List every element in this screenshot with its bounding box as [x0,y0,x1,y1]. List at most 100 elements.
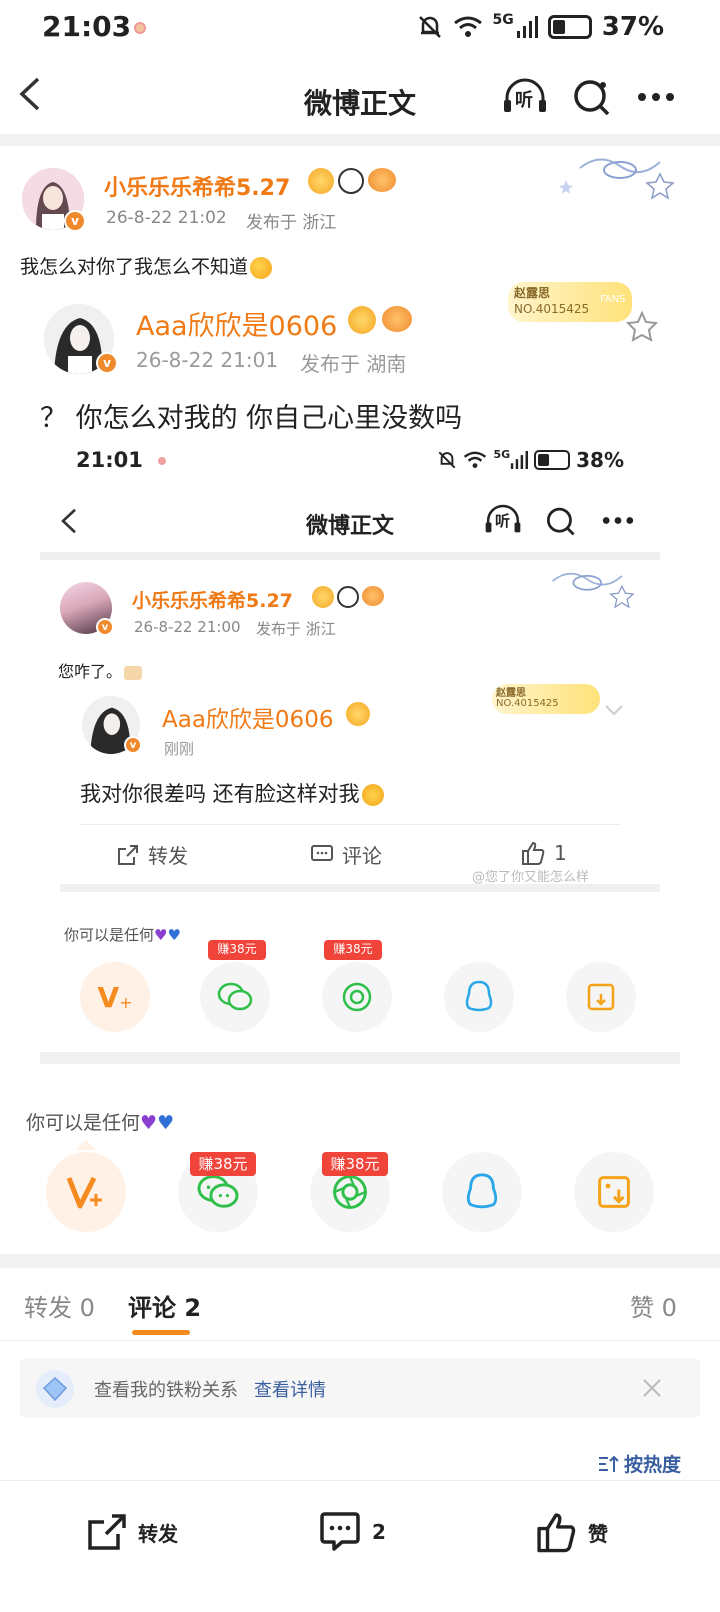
hand-emoji-icon [124,665,143,680]
comment-icon [320,1512,360,1551]
embedded-listen-label: 听 [495,512,511,530]
purple-heart-icon: ♥ [140,1112,158,1134]
more-button[interactable] [636,78,676,116]
sort-button[interactable]: 按热度 [598,1450,681,1477]
page-title: 微博正文 [303,87,416,120]
qq-icon [466,1173,498,1209]
embedded-author-badges [312,586,384,608]
embedded-repost-text: 我对你很差吗 还有脸这样对我 [80,778,384,808]
embedded-reward-tag: 赚38元 [208,940,266,960]
embedded-watermark: @您了你又能怎么样 [472,870,590,885]
embedded-post-text-content: 您咋了。 [58,662,123,681]
section-divider [0,1254,720,1268]
fish-icon [382,306,412,332]
fans-badge[interactable]: 赵露思 NO.4015425 FANS [508,282,632,322]
embedded-save-image-icon [566,962,636,1032]
fans-badge-number: NO.4015425 [514,302,590,316]
qq-share-button[interactable] [442,1152,522,1232]
bottom-comment-count: 2 [372,1520,386,1544]
embedded-comment-label: 评论 [342,844,382,868]
embedded-verified-badge-icon: v [96,618,114,636]
more-icon [638,93,674,101]
mute-bell-icon [418,16,441,38]
bottom-repost-label: 转发 [138,1521,178,1546]
bottom-comment-button[interactable]: 2 [318,1504,386,1560]
nav-bar: 微博正文 听 [0,56,720,136]
fans-notice[interactable]: 查看我的铁粉关系 查看详情 [20,1358,700,1418]
save-image-button[interactable] [574,1152,654,1232]
post-text-content: 我怎么对你了我怎么不知道 [20,256,249,278]
divider [0,134,720,146]
blue-heart-icon: ♥ [157,1112,175,1134]
like-icon [537,1513,576,1553]
embedded-battery-icon [534,450,571,470]
embedded-fans-badge-number: NO.4015425 [496,698,559,709]
star-icon [626,310,658,342]
embedded-divider [40,552,660,560]
embedded-repost-action: 转发 [116,840,188,869]
wifi-icon [453,16,482,37]
search-button[interactable] [572,78,612,116]
battery-icon [547,15,592,39]
embedded-divider-2 [60,884,660,892]
tab-comment[interactable]: 评论 2 [128,1288,201,1323]
reward-tag: 赚38元 [322,1152,388,1176]
embedded-post-location: 发布于 浙江 [256,620,336,638]
embedded-wifi-icon [464,451,487,468]
embedded-status-time: 21:01 [76,448,143,472]
embedded-vplus-icon: V + [80,962,150,1032]
listen-button[interactable]: 听 [502,78,548,116]
tab-like[interactable]: 赞 0 [630,1288,677,1323]
tab-indicator [132,1330,190,1335]
embedded-like-count: 1 [554,841,567,865]
repost-text: ？ 你怎么对我的 你自己心里没数吗 [40,403,463,434]
embedded-status-icons: 5G 38% [437,448,624,472]
bottom-repost-button[interactable]: 转发 [86,1504,178,1560]
embedded-thumb-up-icon [522,841,545,865]
embedded-chevron-down-icon [605,705,623,716]
sort-label: 按热度 [624,1454,682,1476]
embedded-repost-time: 刚刚 [164,740,195,758]
embedded-signal-icon [510,451,529,469]
embedded-search-icon [546,507,575,536]
embedded-share-title-text: 你可以是任何 [64,926,155,944]
reward-tag: 赚38元 [190,1152,256,1176]
verified-badge-icon: v [64,210,86,232]
embedded-card-decoration-icon [552,572,635,609]
panda-icon [338,168,364,194]
crown-badge-icon [308,168,334,194]
embedded-repost-verified-badge-icon: v [124,736,142,754]
bottom-like-label: 赞 [588,1521,608,1546]
crown-badge-icon [348,306,376,334]
bottom-like-button[interactable]: 赞 [534,1504,608,1560]
repost-location: 发布于 湖南 [300,352,407,376]
laughing-emoji-icon [361,784,384,806]
embedded-battery-percent: 38% [576,448,624,472]
repost-author-badges [348,306,412,334]
embedded-like-action: 1 [520,840,567,866]
vplus-share-button[interactable] [46,1152,126,1232]
close-icon[interactable] [642,1378,662,1398]
share-title-text: 你可以是任何 [26,1112,141,1134]
fish-icon [362,586,384,606]
diamond-icon [36,1370,74,1408]
embedded-mute-bell-icon [439,451,456,469]
fans-notice-link[interactable]: 查看详情 [254,1376,326,1402]
battery-percent: 37% [601,12,664,42]
card-decoration-icon [560,158,675,200]
embedded-more-icon [602,517,634,524]
author-name[interactable]: 小乐乐乐希希5.27 [104,170,290,202]
repost-time: 26-8-22 21:01 [136,348,279,372]
embedded-notification-dot-icon [158,457,166,465]
post-text: 我怎么对你了我怎么不知道 [20,252,273,279]
post-location: 发布于 浙江 [246,213,337,233]
embedded-screenshot[interactable]: 21:01 5G 38% 微博正文 听 v 小乐乐乐希希5.27 26-8-22… [40,440,680,1070]
repost-author-name[interactable]: Aaa欣欣是0606 [136,304,337,343]
share-title: 你可以是任何♥♥ [26,1108,174,1135]
panda-icon [337,586,359,608]
embedded-comment-icon [311,844,333,861]
tab-repost[interactable]: 转发 0 [24,1288,95,1323]
embedded-action-divider [80,824,620,825]
status-time: 21:03 [42,10,132,43]
save-image-icon [598,1176,630,1208]
